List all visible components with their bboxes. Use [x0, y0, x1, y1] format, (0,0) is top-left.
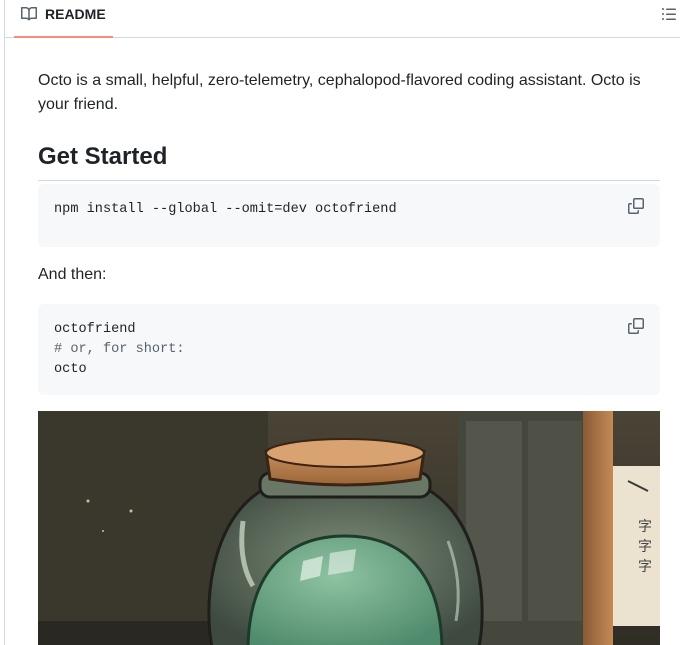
and-then-text: And then: — [38, 266, 107, 283]
octo-jar-illustration: 字 字 字 — [38, 411, 660, 645]
svg-text:字: 字 — [638, 559, 652, 575]
readme-tab[interactable]: README — [14, 0, 113, 38]
install-code-block: npm install --global --omit=dev octofrie… — [38, 184, 660, 247]
intro-paragraph: Octo is a small, helpful, zero-telemetry… — [38, 72, 641, 113]
run-code-block: octofriend # or, for short: octo — [38, 304, 660, 395]
code-line[interactable]: octo — [54, 360, 644, 380]
code-line[interactable]: octofriend — [54, 320, 644, 340]
readme-header: README — [5, 0, 680, 38]
copy-icon[interactable] — [628, 198, 644, 214]
copy-icon[interactable] — [628, 318, 644, 334]
book-icon — [21, 6, 37, 21]
readme-panel: README Octo is a small, helpful, zero-te… — [4, 0, 680, 645]
get-started-heading: Get Started — [38, 142, 660, 181]
svg-text:字: 字 — [638, 539, 652, 555]
list-unordered-icon[interactable] — [661, 6, 677, 22]
code-comment-line[interactable]: # or, for short: — [54, 340, 644, 360]
readme-tab-label: README — [45, 6, 106, 22]
install-command[interactable]: npm install --global --omit=dev octofrie… — [54, 200, 644, 220]
svg-text:字: 字 — [638, 519, 652, 535]
